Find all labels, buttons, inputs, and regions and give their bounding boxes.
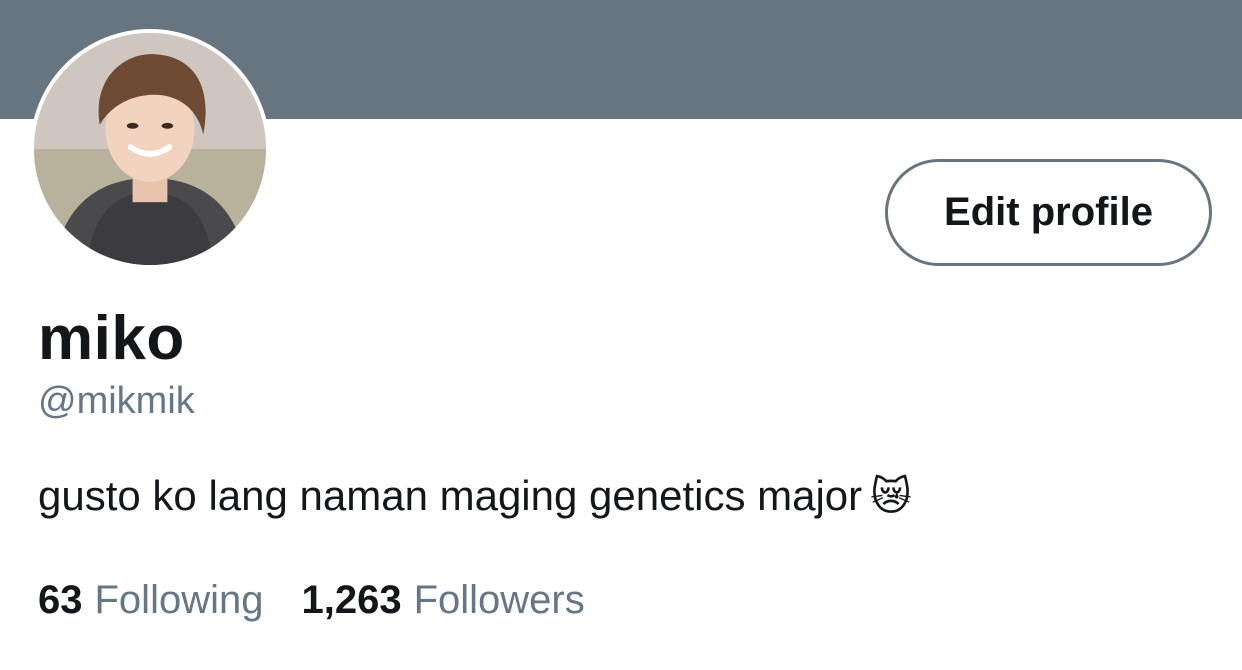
followers-label: Followers bbox=[413, 578, 585, 622]
following-label: Following bbox=[94, 578, 264, 622]
profile-stats: 63 Following 1,263 Followers bbox=[38, 580, 585, 620]
followers-link[interactable]: 1,263 Followers bbox=[301, 580, 584, 620]
following-link[interactable]: 63 Following bbox=[38, 580, 263, 620]
avatar-photo bbox=[34, 33, 266, 265]
username-handle: @mikmik bbox=[38, 380, 195, 422]
avatar[interactable] bbox=[30, 29, 270, 269]
crying-cat-emoji-icon: 😿 bbox=[870, 474, 912, 520]
bio-text: gusto ko lang naman maging genetics majo… bbox=[38, 472, 863, 519]
profile-bio: gusto ko lang naman maging genetics majo… bbox=[38, 472, 912, 520]
followers-count: 1,263 bbox=[301, 578, 402, 622]
display-name: miko bbox=[38, 304, 185, 373]
edit-profile-button[interactable]: Edit profile bbox=[885, 159, 1212, 266]
profile-page: Edit profile miko @mikmik gusto ko lang … bbox=[0, 0, 1242, 670]
following-count: 63 bbox=[38, 578, 83, 622]
